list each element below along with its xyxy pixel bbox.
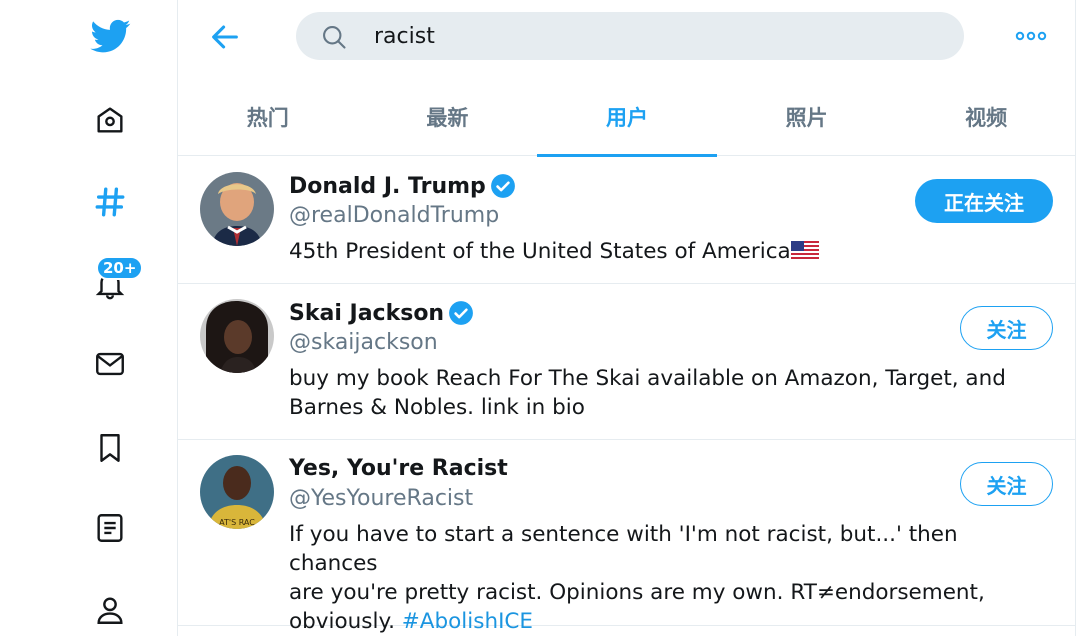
user-bio: If you have to start a sentence with 'I'… <box>289 520 1049 636</box>
avatar[interactable] <box>200 299 274 373</box>
tab-latest[interactable]: 最新 <box>358 78 538 156</box>
user-bio-text: obviously. <box>289 609 402 634</box>
user-handle: @skaijackson <box>289 330 438 355</box>
user-handle: @realDonaldTrump <box>289 203 500 228</box>
user-display-name[interactable]: Donald J. Trump <box>289 174 486 199</box>
follow-button[interactable]: 关注 <box>960 306 1053 350</box>
hashtag-link[interactable]: #AbolishICE <box>402 609 533 634</box>
search-results-panel: 热门 最新 用户 照片 视频 Donald J. Trump @realDona… <box>178 0 1076 636</box>
follow-button[interactable]: 关注 <box>960 462 1053 506</box>
back-arrow-icon[interactable] <box>208 20 242 54</box>
user-bio-line: are you're pretty racist. Opinions are m… <box>289 580 985 605</box>
user-bio-line: buy my book Reach For The Skai available… <box>289 366 1006 391</box>
svg-text:AT'S RAC: AT'S RAC <box>219 518 255 527</box>
user-bio-text: 45th President of the United States of A… <box>289 239 791 264</box>
user-list-item[interactable]: Donald J. Trump @realDonaldTrump 45th Pr… <box>178 157 1076 284</box>
us-flag-icon <box>790 241 819 259</box>
following-button[interactable]: 正在关注 <box>915 179 1053 223</box>
user-bio: 45th President of the United States of A… <box>289 237 1049 266</box>
user-bio-line: Barnes & Nobles. link in bio <box>289 395 585 420</box>
user-list-item[interactable]: Skai Jackson @skaijackson buy my book Re… <box>178 284 1076 440</box>
user-bio: buy my book Reach For The Skai available… <box>289 364 1049 422</box>
verified-badge-icon <box>490 174 515 198</box>
avatar[interactable]: AT'S RAC <box>200 455 274 529</box>
home-icon[interactable] <box>88 98 132 142</box>
sidebar: 20+ <box>0 0 178 636</box>
search-input[interactable] <box>372 20 932 52</box>
user-list-item[interactable]: AT'S RAC Yes, You're Racist @YesYoureRac… <box>178 440 1076 634</box>
search-tabs: 热门 最新 用户 照片 视频 <box>178 78 1076 157</box>
tab-photos[interactable]: 照片 <box>717 78 897 156</box>
user-handle: @YesYoureRacist <box>289 486 474 511</box>
explore-hashtag-icon[interactable] <box>88 180 132 224</box>
notification-count-badge: 20+ <box>96 256 144 280</box>
twitter-logo-icon[interactable] <box>90 16 132 56</box>
bookmarks-icon[interactable] <box>88 426 132 470</box>
tab-people[interactable]: 用户 <box>537 78 717 157</box>
lists-icon[interactable] <box>88 506 132 550</box>
verified-badge-icon <box>449 301 474 325</box>
user-display-name[interactable]: Skai Jackson <box>289 301 444 326</box>
profile-icon[interactable] <box>88 588 132 632</box>
search-icon <box>320 23 348 51</box>
more-options-icon[interactable] <box>1014 24 1048 48</box>
avatar[interactable] <box>200 172 274 246</box>
user-bio-line: obviously. #AbolishICE <box>289 607 1049 636</box>
search-bar[interactable] <box>296 12 964 60</box>
tab-top[interactable]: 热门 <box>178 78 358 156</box>
messages-mail-icon[interactable] <box>88 342 132 386</box>
user-bio-line: If you have to start a sentence with 'I'… <box>289 522 958 576</box>
tab-videos[interactable]: 视频 <box>896 78 1076 156</box>
user-display-name[interactable]: Yes, You're Racist <box>289 456 508 481</box>
